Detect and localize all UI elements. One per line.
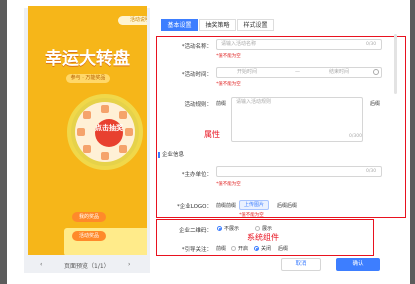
preview-pager: ‹ 页面预览（1/1） › bbox=[24, 258, 150, 272]
wheel-segment bbox=[125, 128, 133, 136]
phone-preview: 活动说明 幸运大转盘 参与 · 万能奖品 点击抽奖 我的奖品 活动奖品 bbox=[28, 6, 147, 255]
form-scrollbar[interactable] bbox=[394, 34, 397, 94]
wheel-segment bbox=[77, 128, 85, 136]
attributes-annotation-box bbox=[156, 36, 406, 218]
wheel-segment bbox=[83, 111, 91, 119]
system-component-annotation-label: 系统组件 bbox=[247, 233, 279, 242]
tab-lottery-strategy[interactable]: 抽奖策略 bbox=[199, 19, 236, 31]
activity-prizes-button[interactable]: 活动奖品 bbox=[72, 231, 106, 241]
wheel-segment bbox=[101, 152, 109, 160]
preview-title: 幸运大转盘 bbox=[45, 49, 130, 69]
cancel-button[interactable]: 取消 bbox=[281, 258, 321, 271]
my-prizes-button[interactable]: 我的奖品 bbox=[72, 212, 106, 222]
wheel-segment bbox=[119, 111, 127, 119]
confirm-button[interactable]: 确认 bbox=[336, 258, 380, 271]
wheel-segment bbox=[119, 145, 127, 153]
activity-rules-badge[interactable]: 活动说明 bbox=[118, 16, 147, 25]
tab-style-settings[interactable]: 样式设置 bbox=[237, 19, 274, 31]
prize-wheel: 点击抽奖 bbox=[67, 94, 143, 170]
wheel-segment bbox=[101, 105, 109, 113]
prev-page-button[interactable]: ‹ bbox=[40, 261, 42, 268]
pager-label: 页面预览（1/1） bbox=[64, 263, 110, 270]
wheel-segment bbox=[83, 145, 91, 153]
next-page-button[interactable]: › bbox=[128, 261, 130, 268]
tab-basic-settings[interactable]: 基本设置 bbox=[161, 19, 198, 31]
preview-subtitle: 参与 · 万能奖品 bbox=[66, 74, 110, 83]
draw-button[interactable]: 点击抽奖 bbox=[95, 119, 123, 147]
attributes-annotation-label: 属性 bbox=[204, 130, 220, 139]
wheel-face: 点击抽奖 bbox=[75, 102, 135, 162]
